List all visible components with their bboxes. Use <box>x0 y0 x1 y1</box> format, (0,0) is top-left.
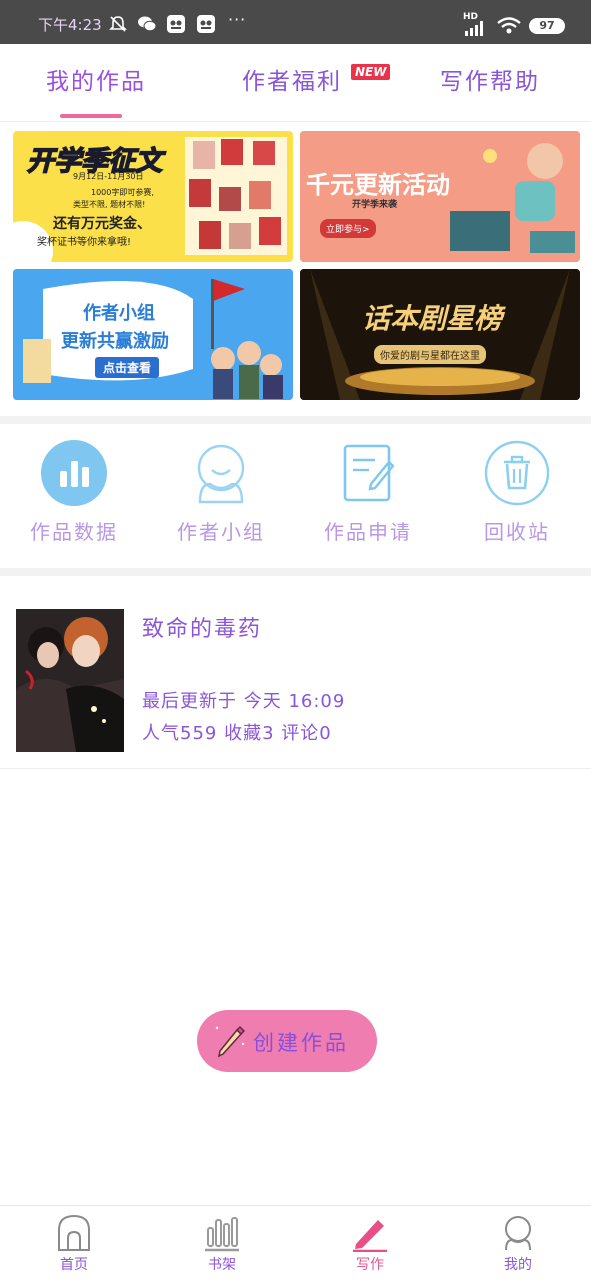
nav-item-home[interactable]: 首页 <box>0 1206 148 1280</box>
work-last-updated: 最后更新于 今天 16:09 <box>142 691 346 712</box>
banner-title: 更新共赢激励 <box>61 331 169 352</box>
group-avatar-icon <box>197 444 245 504</box>
section-divider <box>0 568 591 576</box>
more-notifications: ··· <box>228 10 247 29</box>
top-tabs: 我的作品 作者福利 NEW 写作帮助 <box>0 44 591 122</box>
banner-line: 1000字即可参赛, <box>91 188 154 197</box>
feature-label: 回收站 <box>484 520 550 544</box>
status-bar: 下午4:23 ··· HD 97 <box>0 0 591 44</box>
feature-recycle-bin[interactable]: 回收站 <box>447 440 587 550</box>
app-notify-icon <box>167 15 185 33</box>
battery-indicator: 97 <box>529 18 565 34</box>
new-badge: NEW <box>351 64 391 80</box>
work-list-item[interactable]: 致命的毒药 最后更新于 今天 16:09 人气559 收藏3 评论0 <box>0 585 591 769</box>
home-icon <box>58 1214 90 1251</box>
banner-cta-button[interactable]: 点击查看 <box>95 357 160 378</box>
feature-label: 作者小组 <box>177 520 265 544</box>
feature-label: 作品申请 <box>324 520 412 544</box>
feature-label: 作品数据 <box>30 520 118 544</box>
banner-date: 9月12日-11月30日 <box>73 172 144 181</box>
profile-icon <box>505 1216 531 1251</box>
banner-subtitle: 你爱的剧与星都在这里 <box>374 345 486 364</box>
bookshelf-icon <box>205 1217 239 1252</box>
nav-label: 我的 <box>504 1257 532 1273</box>
banner-author-group[interactable]: 作者小组 更新共赢激励 点击查看 <box>13 269 293 400</box>
wechat-icon <box>138 16 157 32</box>
mute-icon <box>109 16 127 32</box>
bar-chart-icon <box>41 440 107 506</box>
create-work-label: 创建作品 <box>253 1031 349 1055</box>
nav-item-bookshelf[interactable]: 书架 <box>148 1206 296 1280</box>
banner-subtitle: 开学季来袭 <box>352 200 398 210</box>
active-tab-indicator <box>60 114 122 118</box>
banner-title: 话本剧星榜 <box>362 302 503 335</box>
work-stats: 人气559 收藏3 评论0 <box>142 723 332 744</box>
banner-line: 类型不限, 题材不限! <box>73 200 146 209</box>
nav-item-profile[interactable]: 我的 <box>444 1206 591 1280</box>
banner-essay-contest[interactable]: 开学季征文 9月12日-11月30日 1000字即可参赛, 类型不限, 题材不限… <box>13 131 293 262</box>
pen-icon <box>353 1220 387 1252</box>
banner-drama-ranking[interactable]: 话本剧星榜 你爱的剧与星都在这里 <box>300 269 580 400</box>
feature-work-application[interactable]: 作品申请 <box>298 440 438 550</box>
battery-level: 97 <box>539 19 555 32</box>
tab-author-benefits[interactable]: 作者福利 <box>242 62 342 96</box>
status-time: 下午4:23 <box>38 16 102 34</box>
wifi-icon <box>497 17 521 34</box>
banner-cta-button[interactable]: 立即参与> <box>320 219 376 238</box>
app-notify-icon <box>197 15 215 33</box>
section-divider <box>0 416 591 424</box>
bottom-navigation: 首页 书架 写作 我的 <box>0 1205 591 1280</box>
banner-line: 还有万元奖金、 <box>53 216 151 232</box>
nav-label: 写作 <box>356 1257 384 1273</box>
banner-title: 千元更新活动 <box>306 171 450 199</box>
nav-item-write[interactable]: 写作 <box>296 1206 444 1280</box>
work-title: 致命的毒药 <box>142 617 263 642</box>
edit-document-icon <box>343 444 395 502</box>
nav-label: 首页 <box>60 1257 88 1273</box>
pencil-icon <box>215 1025 246 1058</box>
signal-icon <box>465 21 483 36</box>
nav-label: 书架 <box>208 1257 236 1273</box>
tab-my-works[interactable]: 我的作品 <box>46 62 146 96</box>
tab-writing-help[interactable]: 写作帮助 <box>440 62 540 96</box>
trash-icon <box>484 440 550 506</box>
create-work-button[interactable]: 创建作品 <box>197 1010 377 1072</box>
banner-line: 奖杯证书等你来拿哦! <box>37 237 132 248</box>
feature-author-group[interactable]: 作者小组 <box>151 440 291 550</box>
work-cover-image <box>16 609 124 752</box>
banner-title: 作者小组 <box>83 303 155 324</box>
feature-work-data[interactable]: 作品数据 <box>4 440 144 550</box>
banner-update-event[interactable]: 千元更新活动 开学季来袭 立即参与> <box>300 131 580 262</box>
